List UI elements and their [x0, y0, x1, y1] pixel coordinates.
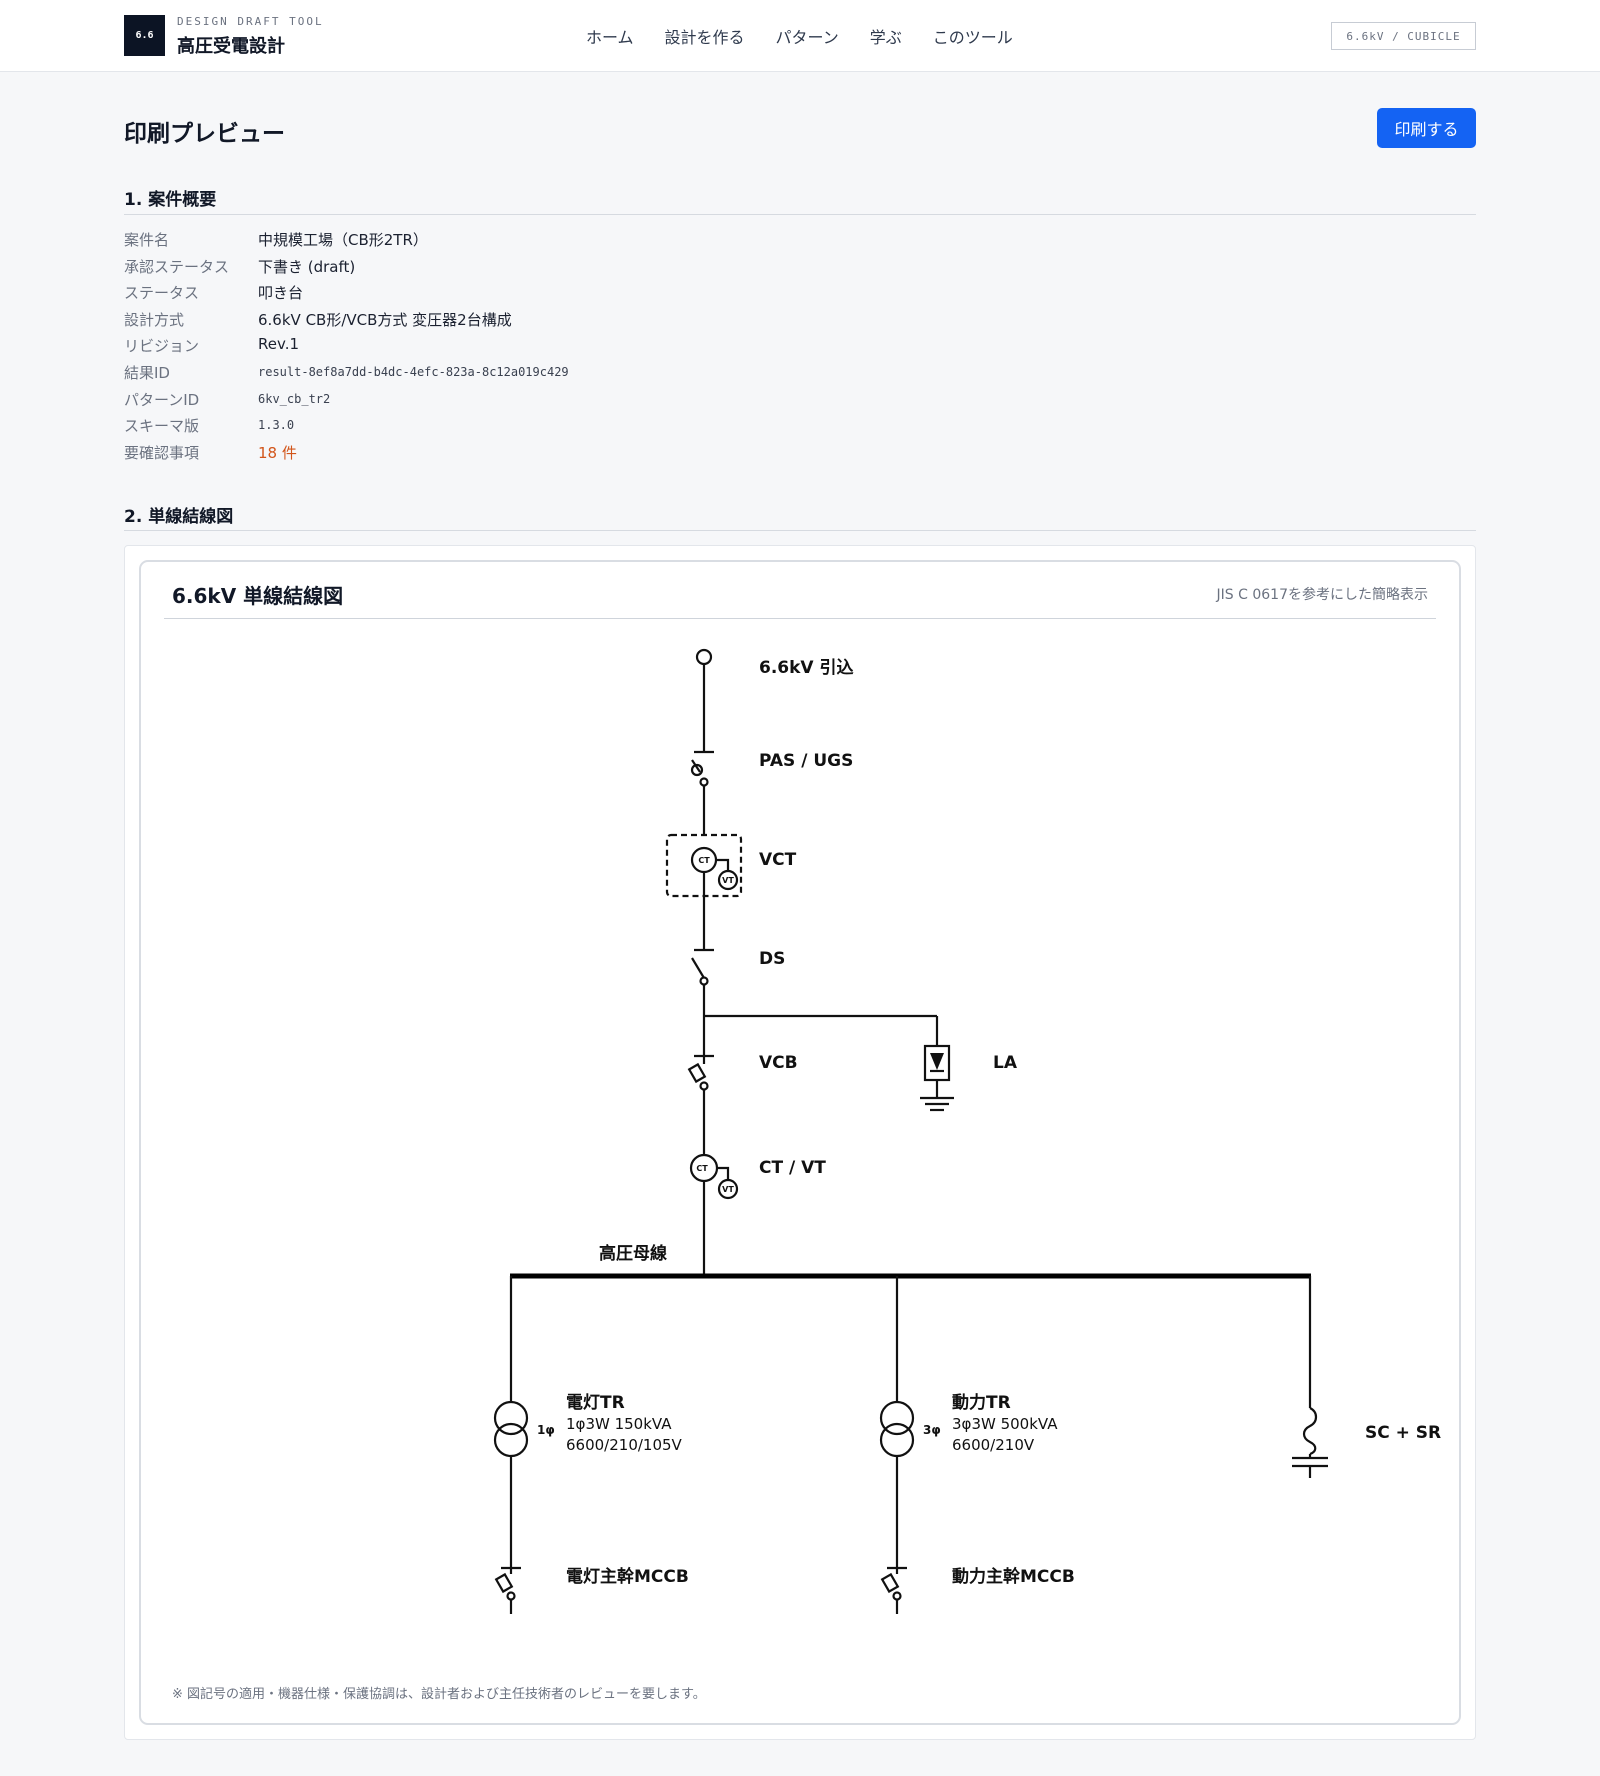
vcb-symbol: [687, 1054, 714, 1155]
vct-label: VCT: [759, 850, 797, 870]
tr1-spec-label: 1φ3W 150kVA: [566, 1415, 672, 1433]
diagram-footnote: ※ 図記号の適用・機器仕様・保護協調は、設計者および主任技術者のレビューを要しま…: [172, 1687, 706, 1702]
tr2-phase-label: 3φ: [923, 1423, 941, 1437]
la-branch: [704, 1014, 954, 1112]
single-line-diagram: CT VT CT VT 6.6kV 引込 PAS / UGS VCT DS VC…: [493, 648, 1441, 1614]
sc-sr-label: SC + SR: [1365, 1423, 1441, 1443]
pas-label: PAS / UGS: [759, 751, 853, 771]
tr1-voltage-label: 6600/210/105V: [566, 1436, 683, 1454]
power-tr-branch: [879, 1276, 915, 1614]
ct-vt-symbol: CT VT: [689, 1153, 739, 1276]
incoming-label: 6.6kV 引込: [759, 658, 854, 678]
tr1-name-label: 電灯TR: [566, 1393, 625, 1413]
tr2-voltage-label: 6600/210V: [952, 1436, 1035, 1454]
vct-vt-text: VT: [722, 876, 734, 885]
main-feeder: [695, 648, 713, 752]
pas-switch-symbol: [690, 750, 714, 836]
tr1-phase-label: 1φ: [537, 1423, 555, 1437]
incoming-terminal: [695, 648, 713, 666]
vcb-label: VCB: [759, 1053, 798, 1073]
ds-label: DS: [759, 949, 785, 969]
mccb1-label: 電灯主幹MCCB: [566, 1566, 689, 1587]
vct-symbol: CT VT: [665, 833, 743, 950]
ds-symbol: [691, 948, 714, 1056]
tr2-spec-label: 3φ3W 500kVA: [952, 1415, 1058, 1433]
vt-text: VT: [722, 1185, 734, 1194]
ct-text: CT: [696, 1164, 708, 1173]
la-label: LA: [993, 1053, 1018, 1073]
lighting-tr-branch: [493, 1276, 529, 1614]
mccb2-label: 動力主幹MCCB: [952, 1566, 1075, 1587]
bus-label: 高圧母線: [599, 1243, 667, 1264]
tr2-name-label: 動力TR: [952, 1392, 1011, 1413]
capacitor-branch: [1292, 1276, 1328, 1478]
ct-vt-label: CT / VT: [759, 1158, 826, 1178]
vct-ct-text: CT: [698, 856, 710, 865]
